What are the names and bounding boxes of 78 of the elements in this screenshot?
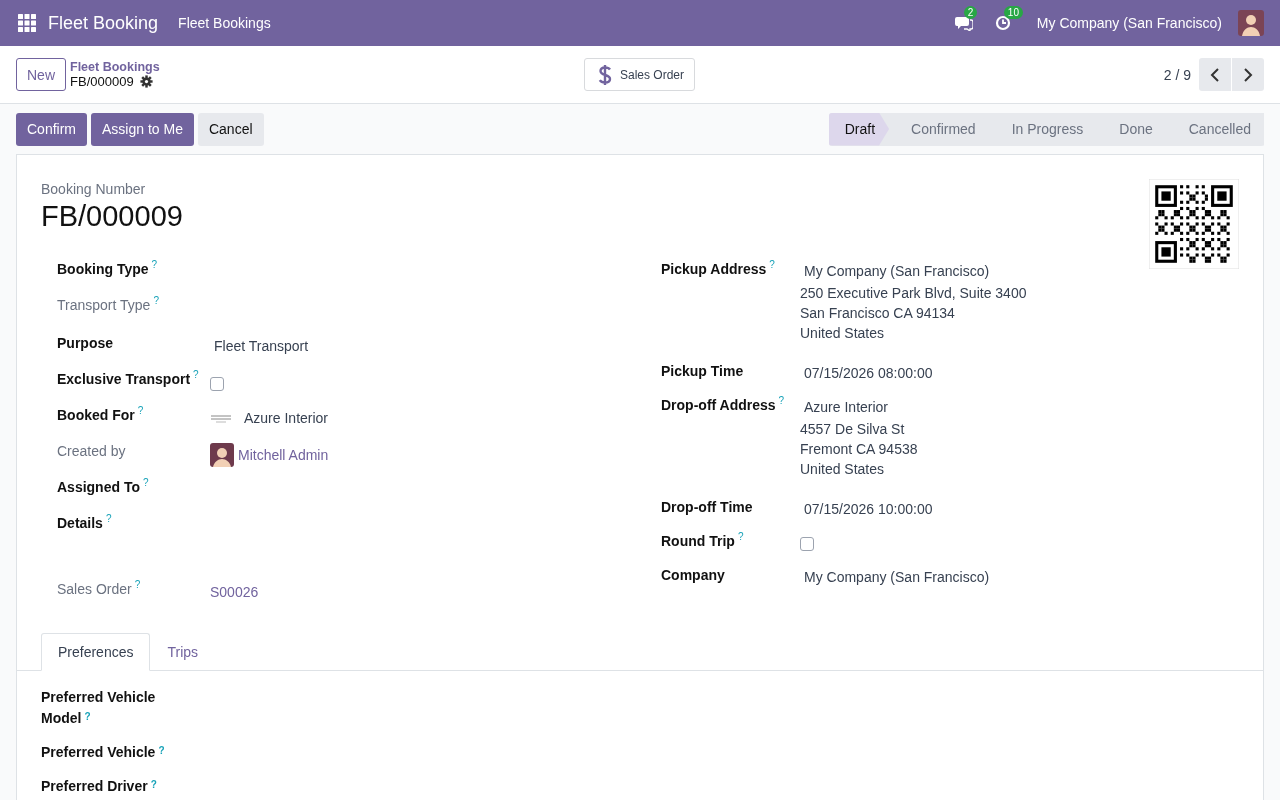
help-mark[interactable]: ? bbox=[769, 259, 775, 270]
field-label: Exclusive Transport bbox=[57, 371, 191, 387]
field-label: Preferred Driver $^{?}$ bbox=[41, 778, 157, 794]
activity-count-badge: 10 bbox=[1003, 6, 1023, 19]
title-label: Booking Number bbox=[41, 181, 147, 197]
field-label: Assigned To bbox=[57, 479, 140, 495]
field-label: Sales Order bbox=[57, 581, 132, 597]
notebook-tab[interactable]: Trips bbox=[150, 633, 216, 671]
address-line: 250 Executive Park Blvd, Suite 3400 bbox=[800, 285, 1027, 301]
field-value[interactable]: Fleet Transport bbox=[210, 336, 313, 356]
field-value[interactable]: Azure Interior bbox=[800, 397, 893, 417]
help-mark[interactable]: ? bbox=[153, 295, 159, 306]
field-label: Company bbox=[661, 567, 725, 583]
help-mark[interactable]: ? bbox=[84, 711, 91, 722]
help-mark[interactable]: ? bbox=[158, 745, 165, 756]
message-count-badge: 2 bbox=[963, 6, 978, 19]
sales-order-button[interactable]: Sales Order bbox=[584, 58, 696, 91]
field-value[interactable]: 07/15/2026 10:00:00 bbox=[800, 499, 937, 519]
booking-number: FB/000009 bbox=[41, 200, 183, 233]
notebook-tab[interactable]: Preferences bbox=[41, 633, 151, 671]
field-value[interactable]: My Company (San Francisco) bbox=[800, 567, 994, 587]
help-mark[interactable]: ? bbox=[137, 405, 144, 416]
action-button[interactable]: Assign to Me bbox=[91, 112, 194, 146]
qr-code-icon bbox=[1149, 179, 1239, 269]
field-label: Transport Type bbox=[57, 297, 151, 313]
field-value[interactable]: 07/15/2026 08:00:00 bbox=[800, 363, 937, 383]
action-button[interactable]: Confirm bbox=[16, 112, 87, 146]
help-mark[interactable]: ? bbox=[193, 369, 199, 380]
field-label: Drop-off Address bbox=[661, 397, 776, 413]
field-label: Pickup Time bbox=[661, 363, 744, 379]
checkbox[interactable] bbox=[800, 537, 814, 551]
next-button[interactable] bbox=[1232, 58, 1264, 91]
field-label: Round Trip bbox=[661, 533, 735, 549]
help-mark[interactable]: ? bbox=[150, 779, 157, 790]
app-title[interactable]: Fleet Booking bbox=[48, 12, 159, 34]
checkbox[interactable] bbox=[210, 377, 224, 391]
company-switcher[interactable]: My Company (San Francisco) bbox=[1036, 15, 1222, 31]
status-stage[interactable]: Draft bbox=[828, 112, 890, 146]
field-label: Preferred Vehicle $^{?}$ bbox=[41, 744, 165, 760]
sales-order-link[interactable]: S00026 bbox=[210, 584, 259, 600]
apps-menu-icon[interactable] bbox=[18, 14, 36, 32]
help-mark[interactable]: ? bbox=[142, 477, 149, 488]
previous-button[interactable] bbox=[1199, 58, 1231, 91]
address-line: 4557 De Silva St bbox=[800, 421, 905, 437]
chevron-right-icon bbox=[1243, 67, 1253, 82]
action-button[interactable]: Cancel bbox=[197, 112, 264, 146]
field-label: Details bbox=[57, 515, 103, 531]
field-label: Created by bbox=[57, 443, 126, 459]
clock-icon[interactable] bbox=[994, 15, 1011, 31]
chevron-left-icon bbox=[1210, 67, 1220, 82]
user-avatar-icon bbox=[210, 443, 234, 467]
help-mark[interactable]: ? bbox=[134, 579, 141, 590]
field-label: Drop-off Time bbox=[661, 499, 753, 515]
field-label: Booked For bbox=[57, 407, 135, 423]
settings-icon[interactable] bbox=[139, 75, 153, 88]
field-value[interactable]: My Company (San Francisco) bbox=[800, 261, 994, 281]
breadcrumb-link[interactable]: Fleet Bookings bbox=[70, 60, 160, 74]
address-line: United States bbox=[800, 461, 885, 477]
user-link[interactable]: Mitchell Admin bbox=[238, 447, 329, 463]
field-label: Booking Type bbox=[57, 261, 149, 277]
help-mark[interactable]: ? bbox=[737, 531, 744, 542]
user-avatar-icon[interactable] bbox=[1238, 10, 1264, 36]
field-label: Pickup Address bbox=[661, 261, 767, 277]
address-line: Fremont CA 94538 bbox=[800, 441, 918, 457]
nav-menu-item[interactable]: Fleet Bookings bbox=[178, 15, 271, 31]
field-label: Purpose bbox=[57, 335, 113, 351]
pager-value: 2 / 9 bbox=[1163, 66, 1191, 83]
help-mark[interactable]: ? bbox=[151, 259, 158, 270]
field-value[interactable]: Azure Interior bbox=[240, 408, 333, 428]
address-line: San Francisco CA 94134 bbox=[800, 305, 955, 321]
help-mark[interactable]: ? bbox=[778, 395, 785, 406]
help-mark[interactable]: ? bbox=[105, 513, 112, 524]
record-name: FB/000009 bbox=[70, 74, 134, 89]
dollar-icon bbox=[598, 63, 612, 86]
address-line: United States bbox=[800, 325, 885, 341]
new-button[interactable]: New bbox=[16, 58, 66, 91]
chat-icon[interactable] bbox=[954, 15, 973, 31]
field-label: Preferred Vehicle Model $^{?}$ bbox=[41, 689, 156, 726]
